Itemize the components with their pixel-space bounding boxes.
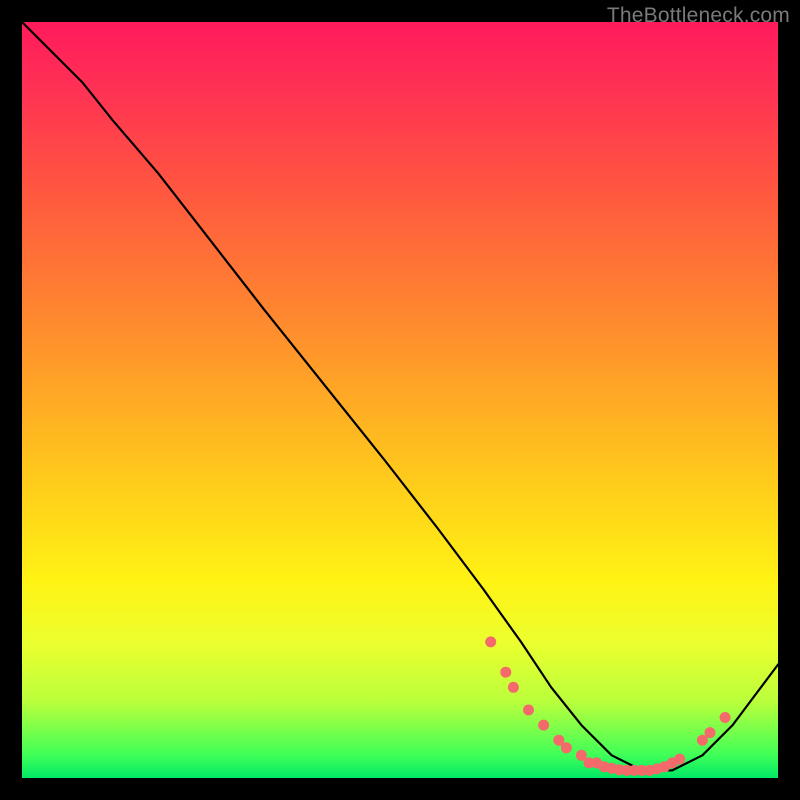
- chart-marker: [561, 742, 572, 753]
- chart-curve: [22, 22, 778, 770]
- chart-overlay-svg: [22, 22, 778, 778]
- chart-marker: [705, 727, 716, 738]
- chart-marker: [538, 720, 549, 731]
- chart-marker: [508, 682, 519, 693]
- chart-marker: [485, 636, 496, 647]
- chart-marker: [674, 754, 685, 765]
- chart-plot-area: [22, 22, 778, 778]
- chart-marker: [523, 705, 534, 716]
- chart-marker-group: [485, 636, 730, 776]
- chart-marker: [500, 667, 511, 678]
- chart-frame: TheBottleneck.com: [0, 0, 800, 800]
- chart-marker: [720, 712, 731, 723]
- watermark-text: TheBottleneck.com: [607, 4, 790, 28]
